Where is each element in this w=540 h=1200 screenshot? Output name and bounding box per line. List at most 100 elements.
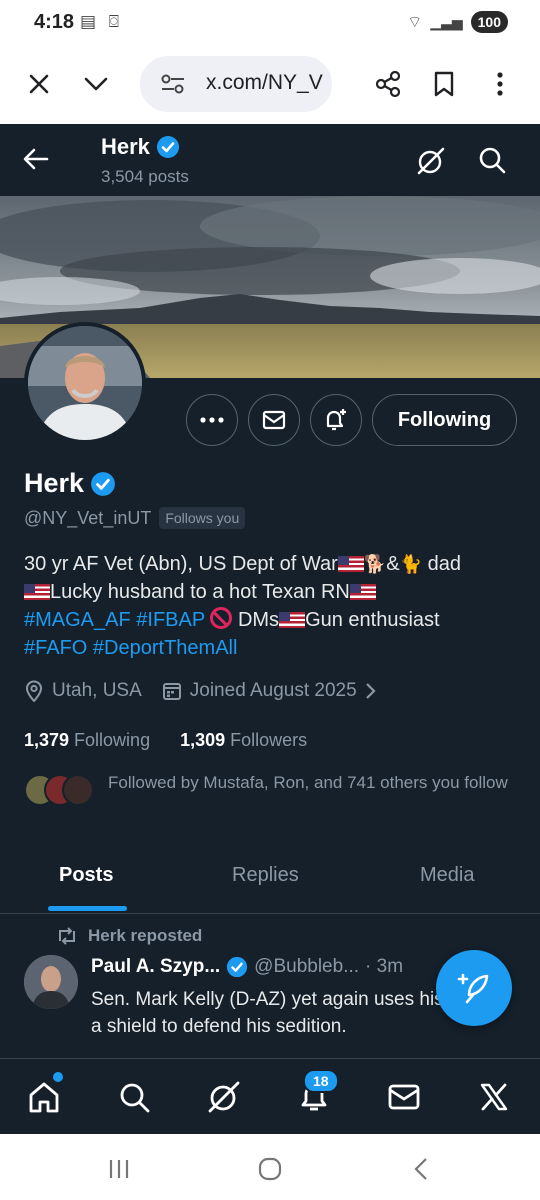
us-flag-icon	[24, 584, 50, 600]
repost-icon	[59, 927, 75, 945]
signal-icon: ▁▃▅	[430, 13, 463, 30]
followed-by-text: Followed by Mustafa, Ron, and 741 others…	[108, 773, 508, 792]
verified-badge-icon	[156, 136, 179, 158]
joined-text: Joined August 2025	[189, 680, 357, 701]
home-button-icon[interactable]	[255, 1154, 285, 1184]
bell-plus-icon	[326, 409, 346, 431]
grok-icon[interactable]	[416, 146, 446, 181]
tweet-author-name[interactable]: Paul A. Szyp...	[91, 956, 220, 978]
repost-label: Herk reposted	[88, 926, 203, 945]
mutual-avatars	[24, 774, 94, 806]
status-right: ⌔ ▁▃▅ 100	[407, 11, 508, 33]
notifications-badge: 18	[303, 1069, 339, 1093]
system-nav-bar	[0, 1134, 540, 1200]
compose-post-button[interactable]	[436, 950, 512, 1026]
profile-name-text: Herk	[24, 468, 85, 498]
us-flag-icon	[349, 584, 376, 600]
follow-stats: 1,379 Following 1,309 Followers	[24, 730, 307, 751]
url-text: x.com/NY_V	[206, 71, 323, 94]
hashtag-link[interactable]: #MAGA_AF	[24, 609, 131, 631]
recent-apps-icon[interactable]	[104, 1154, 134, 1184]
tab-replies[interactable]: Replies	[232, 864, 299, 887]
handle-row: @NY_Vet_inUT Follows you	[24, 507, 246, 529]
battery-indicator: 100	[470, 11, 508, 33]
tweet-header: Paul A. Szyp... @Bubbleb... · 3m	[91, 956, 403, 978]
bio-text: DMs	[232, 609, 280, 631]
following-button[interactable]: Following	[372, 394, 517, 446]
calendar-icon	[162, 683, 181, 700]
home-icon[interactable]	[24, 1077, 64, 1117]
bio-text: &	[386, 553, 400, 575]
tweet-time: · 3m	[365, 956, 404, 977]
no-entry-icon	[210, 607, 233, 629]
tweet-author-handle: @Bubbleb...	[254, 956, 360, 977]
profile-avatar[interactable]	[24, 322, 146, 444]
messages-mail-icon[interactable]	[384, 1077, 424, 1117]
tab-media[interactable]: Media	[420, 864, 474, 887]
close-icon[interactable]	[19, 64, 59, 104]
chevron-down-icon[interactable]	[76, 64, 116, 104]
tab-posts[interactable]: Posts	[59, 864, 113, 887]
compose-feather-icon	[457, 973, 489, 1004]
more-vert-icon[interactable]	[480, 64, 520, 104]
location: Utah, USA	[24, 680, 142, 702]
location-text: Utah, USA	[52, 680, 142, 701]
notification-icons: ▤ ⌼	[80, 12, 123, 31]
location-pin-icon	[25, 680, 43, 702]
verified-badge-icon	[91, 471, 115, 496]
search-icon[interactable]	[478, 146, 506, 179]
back-arrow-icon[interactable]	[22, 146, 50, 177]
notify-button[interactable]	[310, 394, 362, 446]
bio-line-1: 30 yr AF Vet (Abn), US Dept of War 🐕&🐈 da…	[24, 550, 524, 578]
profile-meta: Utah, USA Joined August 2025	[24, 680, 397, 702]
bio-line-2: Lucky husband to a hot Texan RN	[24, 578, 524, 606]
back-button-icon[interactable]	[406, 1154, 436, 1184]
explore-search-icon[interactable]	[114, 1077, 154, 1117]
bio-text: Gun enthusiast	[305, 609, 440, 631]
posts-count: 3,504 posts	[101, 167, 189, 186]
bottom-nav: 18	[0, 1058, 540, 1134]
share-icon[interactable]	[368, 64, 408, 104]
browser-toolbar: x.com/NY_V	[0, 44, 540, 124]
header-name: Herk	[101, 134, 180, 160]
home-unread-dot	[53, 1072, 63, 1082]
profile-handle: @NY_Vet_inUT	[24, 507, 152, 528]
bookmark-icon[interactable]	[424, 64, 464, 104]
url-bar[interactable]: x.com/NY_V	[140, 56, 332, 112]
site-settings-icon[interactable]	[160, 73, 186, 95]
message-button[interactable]	[248, 394, 300, 446]
us-flag-icon	[337, 556, 364, 572]
profile-name: Herk	[24, 468, 116, 499]
x-logo-icon[interactable]	[474, 1077, 514, 1117]
following-stat[interactable]: 1,379 Following	[24, 730, 150, 751]
more-options-button[interactable]	[186, 394, 238, 446]
following-count: 1,379	[24, 730, 70, 750]
joined-date[interactable]: Joined August 2025	[162, 680, 377, 702]
followers-label: Followers	[230, 730, 308, 750]
bio-text: dad	[422, 553, 461, 575]
active-tab-indicator	[48, 906, 127, 911]
bio-line-3: #MAGA_AF #IFBAP DMs Gun enthusiast	[24, 606, 524, 634]
bio-line-4: #FAFO #DeportThemAll	[24, 634, 524, 662]
more-horizontal-icon	[200, 417, 224, 423]
repost-indicator: Herk reposted	[56, 926, 202, 946]
bio-text: 30 yr AF Vet (Abn), US Dept of War	[24, 553, 338, 575]
followers-stat[interactable]: 1,309 Followers	[180, 730, 307, 751]
profile-tabs: Posts Replies Media	[0, 846, 540, 914]
grok-nav-icon[interactable]	[204, 1077, 244, 1117]
dog-icon: 🐕	[363, 554, 387, 574]
wifi-icon: ⌔	[407, 14, 423, 31]
following-label: Following	[74, 730, 151, 750]
profile-bio: 30 yr AF Vet (Abn), US Dept of War 🐕&🐈 da…	[24, 550, 524, 662]
status-bar: 4:18 ▤ ⌼ ⌔ ▁▃▅ 100	[0, 0, 540, 44]
chevron-right-icon	[365, 683, 376, 699]
profile-top-nav: Herk 3,504 posts	[0, 124, 540, 196]
hashtag-link[interactable]: #DeportThemAll	[93, 637, 238, 659]
header-name-text: Herk	[101, 134, 150, 159]
cat-icon: 🐈	[399, 554, 423, 574]
hashtag-link[interactable]: #IFBAP	[136, 609, 205, 631]
followers-count: 1,309	[180, 730, 226, 750]
tweet-author-avatar[interactable]	[24, 955, 78, 1009]
hashtag-link[interactable]: #FAFO	[24, 637, 87, 659]
us-flag-icon	[279, 612, 306, 628]
